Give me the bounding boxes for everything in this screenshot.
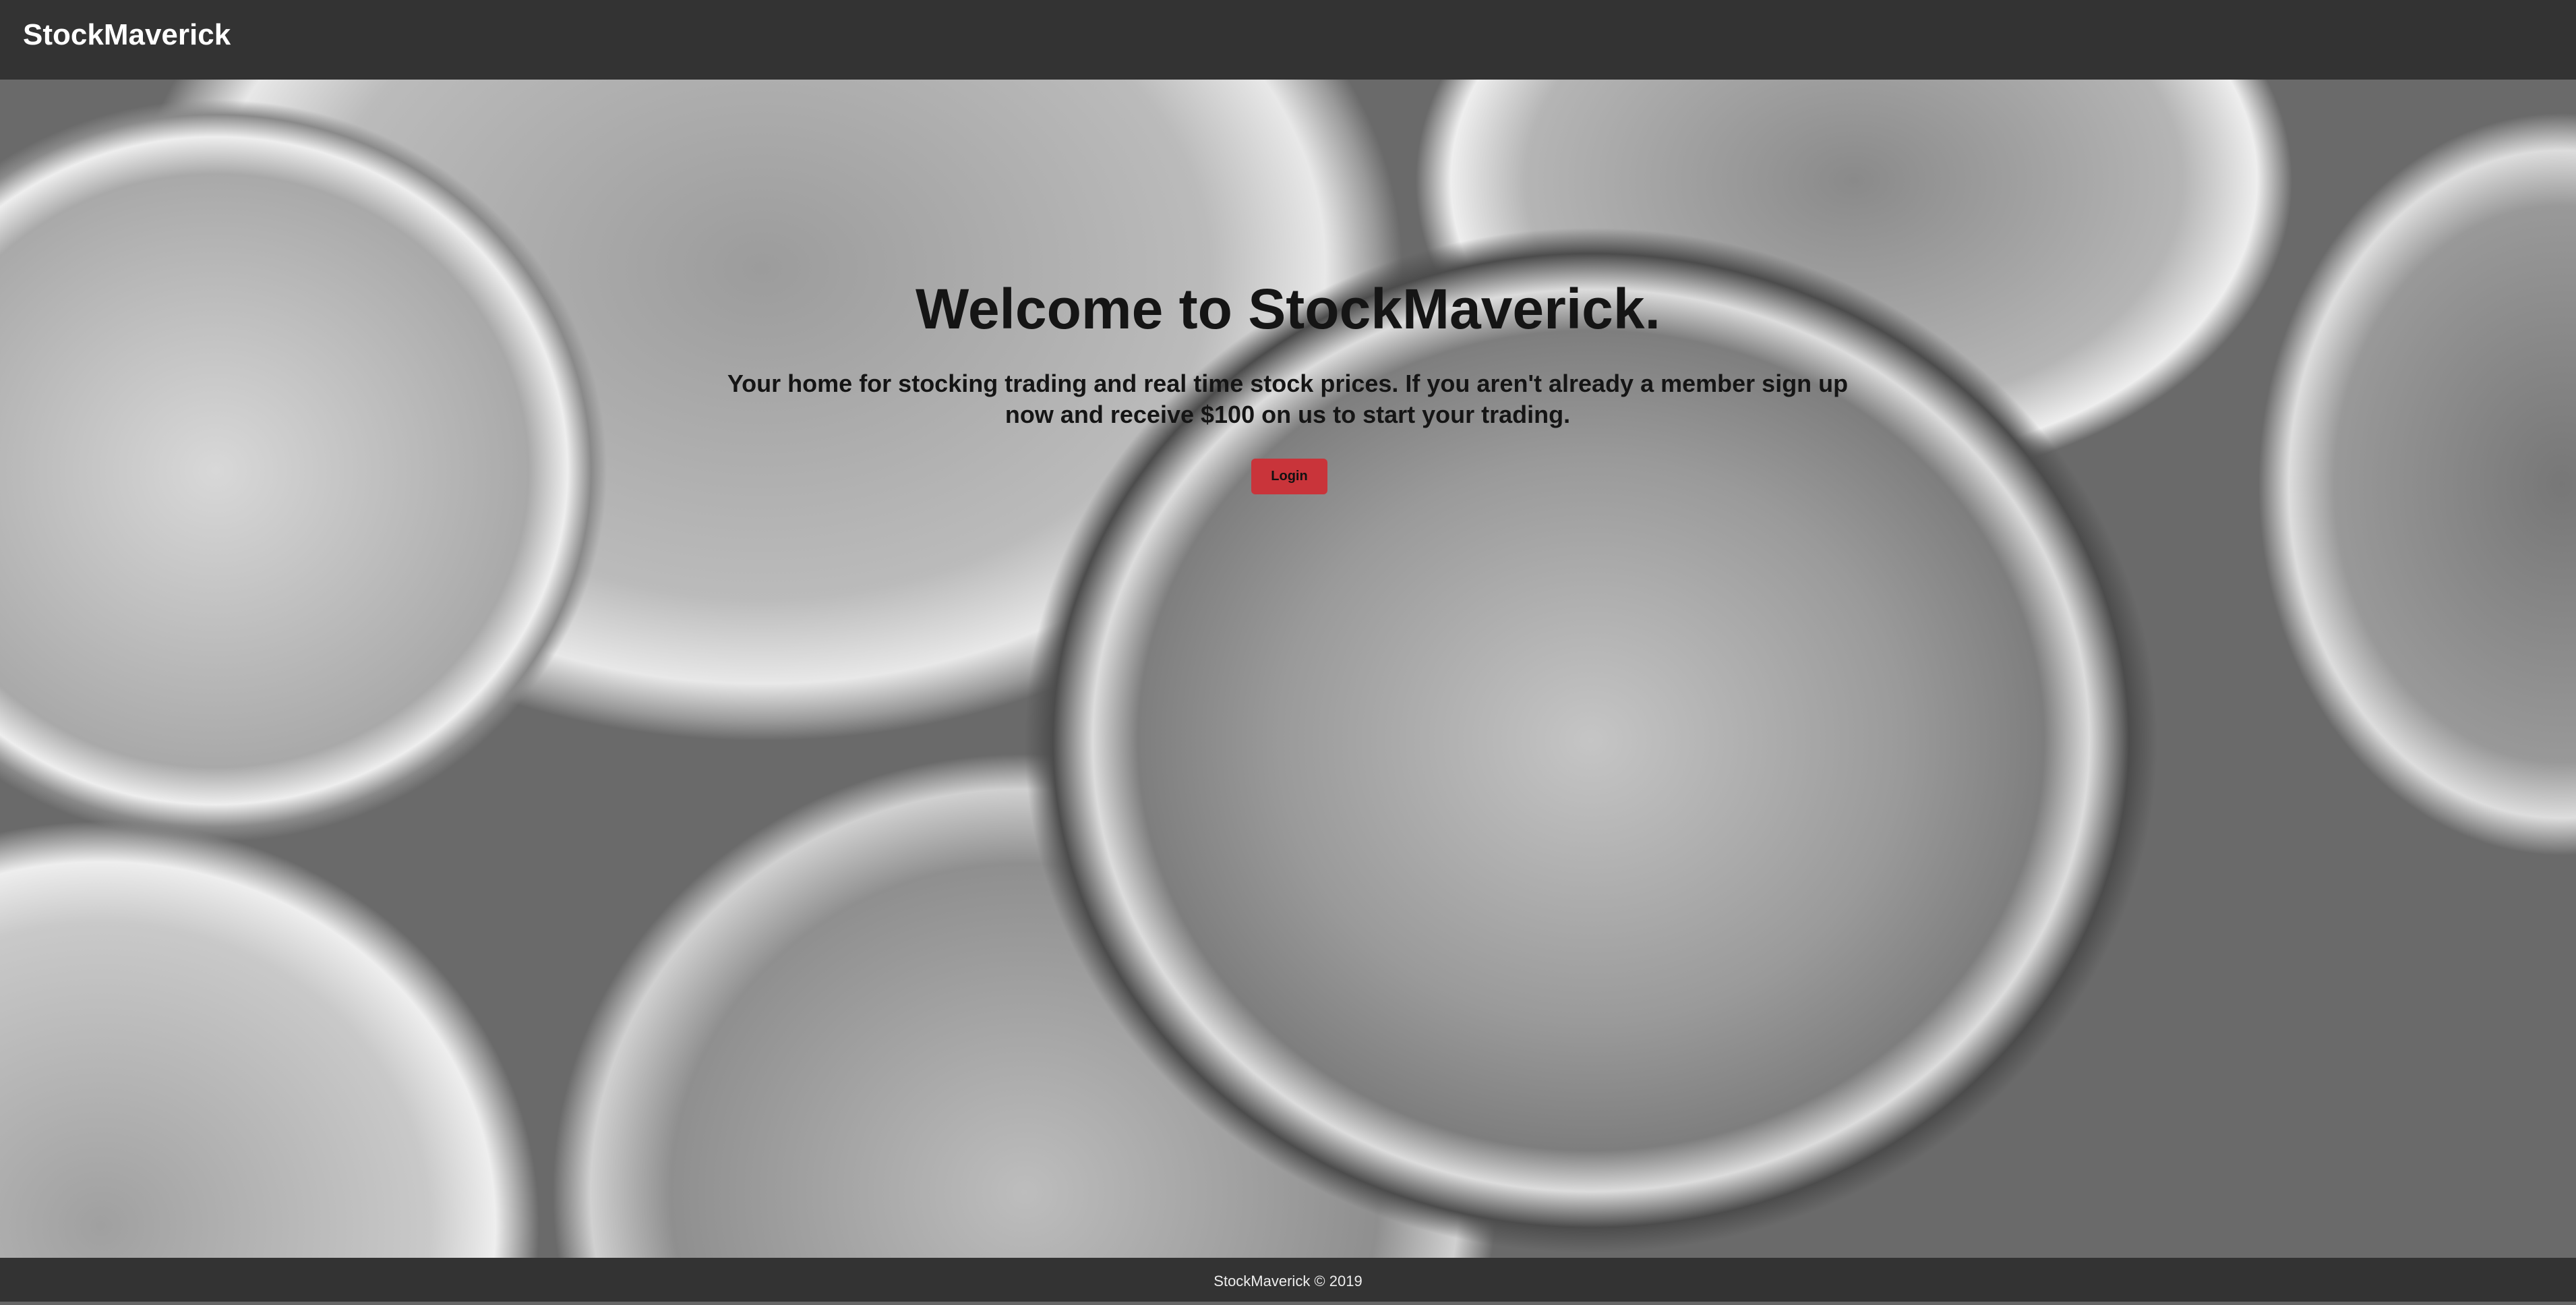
hero-title: Welcome to StockMaverick. [916,277,1660,341]
footer-copyright: StockMaverick © 2019 [1214,1273,1362,1289]
brand-logo-link[interactable]: StockMaverick [23,15,231,55]
hero-content: Welcome to StockMaverick. Your home for … [0,80,2576,552]
hero-subtitle: Your home for stocking trading and real … [727,370,1849,428]
navbar: StockMaverick [0,0,2576,80]
login-button[interactable]: Login [1251,459,1327,494]
footer: StockMaverick © 2019 [0,1258,2576,1302]
